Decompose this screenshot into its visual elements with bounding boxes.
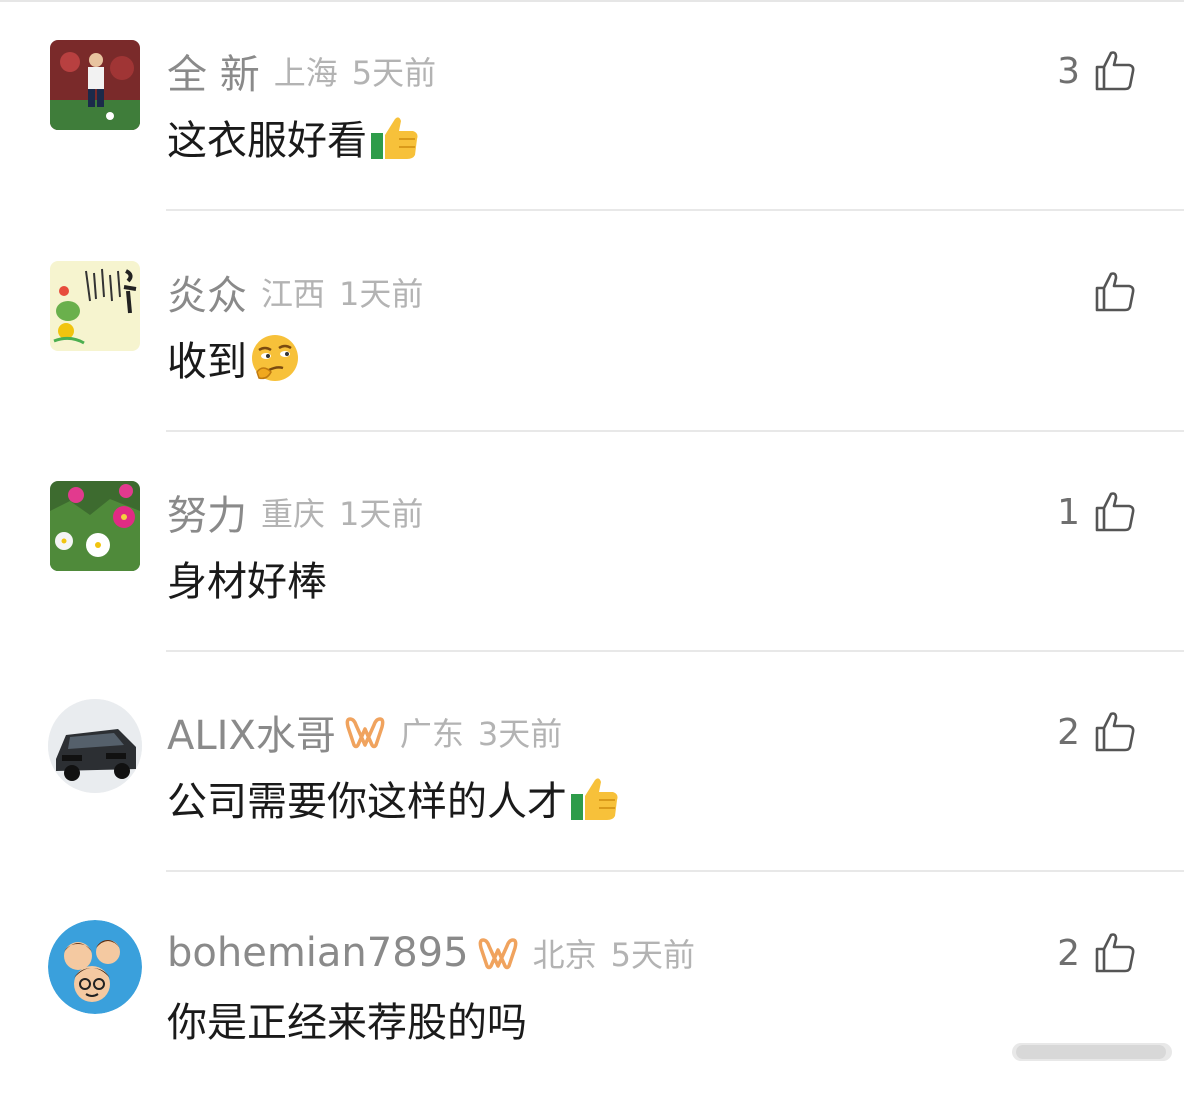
like-button[interactable]: 3 [1057, 48, 1136, 94]
divider [166, 650, 1184, 652]
avatar[interactable] [50, 261, 140, 351]
comment-item: 炎众 江西 1天前 收到 [0, 221, 1184, 441]
user-name[interactable]: bohemian7895 [167, 930, 469, 976]
like-button[interactable]: 2 [1057, 709, 1136, 755]
comment-item: 全 新 上海 5天前 这衣服好看 3 [0, 0, 1184, 220]
comment-text: 身材好棒 [167, 551, 327, 605]
comment-time: 1天前 [339, 275, 424, 313]
comment-text: 公司需要你这样的人才 [167, 771, 621, 825]
watermark-icon [1012, 1043, 1172, 1061]
user-location: 上海 [273, 54, 338, 92]
divider [166, 870, 1184, 872]
like-count: 2 [1057, 932, 1080, 974]
user-name[interactable]: 全 新 [167, 42, 260, 100]
user-name[interactable]: 努力 [167, 483, 247, 541]
comment-item: ALIX水哥 广东 3天前 公司需要你这样的人才 2 [0, 661, 1184, 881]
comment-body: 收到 [167, 339, 247, 385]
user-name[interactable]: ALIX水哥 [167, 703, 336, 761]
avatar[interactable] [50, 40, 140, 130]
comment-time: 3天前 [477, 715, 563, 753]
user-location: 重庆 [261, 495, 326, 533]
comment-body: 公司需要你这样的人才 [167, 779, 567, 825]
comment-time: 5天前 [351, 54, 437, 92]
avatar[interactable] [48, 699, 142, 793]
avatar[interactable] [50, 481, 140, 571]
like-button[interactable]: 2 [1057, 930, 1136, 976]
thinking-emoji [249, 332, 301, 384]
comment-time: 1天前 [339, 495, 424, 533]
comment-item: bohemian7895 北京 5天前 你是正经来荐股的吗 2 [0, 882, 1184, 1102]
like-count: 1 [1057, 491, 1080, 533]
thumbs-up-icon [1095, 492, 1135, 532]
comment-text: 这衣服好看 [167, 110, 421, 164]
comment-body: 这衣服好看 [167, 118, 367, 164]
thumbs-up-emoji [569, 772, 621, 824]
vip-badge-icon [478, 938, 517, 970]
thumbs-up-icon [1095, 51, 1135, 91]
thumbs-up-icon [1095, 712, 1135, 752]
comment-body: 你是正经来荐股的吗 [167, 1000, 527, 1046]
like-count: 2 [1057, 711, 1080, 753]
user-location: 北京 [532, 936, 597, 974]
like-count: 3 [1057, 50, 1080, 92]
divider [166, 209, 1184, 211]
thumbs-up-icon [1095, 933, 1135, 973]
user-location: 广东 [399, 715, 464, 753]
comment-body: 身材好棒 [167, 559, 327, 605]
comment-text: 你是正经来荐股的吗 [167, 992, 527, 1046]
thumbs-up-icon [1095, 272, 1135, 312]
thumbs-up-emoji [369, 111, 421, 163]
like-button[interactable]: 1 [1057, 489, 1136, 535]
comment-time: 5天前 [610, 936, 695, 974]
user-location: 江西 [261, 275, 326, 313]
comment-item: 努力 重庆 1天前 身材好棒 1 [0, 441, 1184, 661]
divider [166, 430, 1184, 432]
user-name[interactable]: 炎众 [167, 263, 247, 321]
like-button[interactable] [1080, 269, 1136, 315]
avatar[interactable] [48, 920, 142, 1014]
comment-text: 收到 [167, 331, 301, 385]
vip-badge-icon [345, 717, 385, 749]
